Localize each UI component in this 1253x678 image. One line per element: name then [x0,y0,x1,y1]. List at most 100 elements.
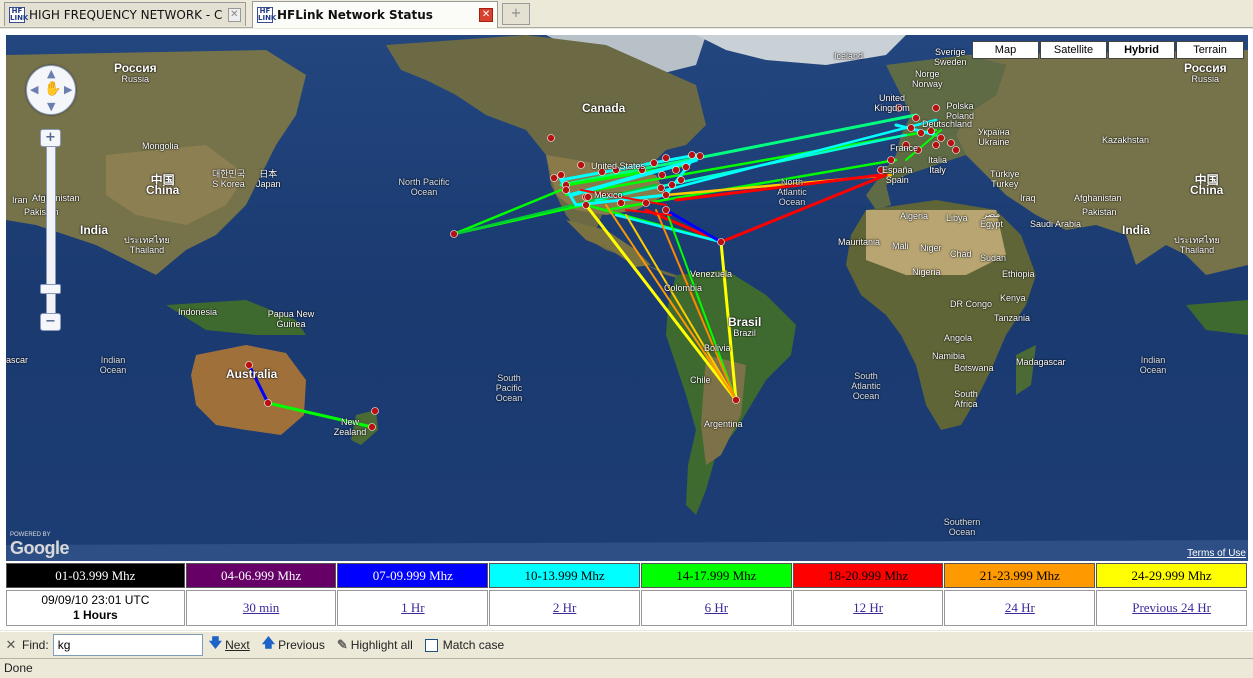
find-input[interactable] [52,634,203,656]
map-type-map-button[interactable]: Map [972,41,1039,59]
map-label: Kazakhstan [1102,135,1150,145]
hflink-favicon-icon: HF LINK [9,6,29,23]
map-label: Україна Ukraine [978,127,1010,147]
network-map[interactable]: Россия Russia Mongolia 中国 China 대한민국 S Kore… [6,35,1248,561]
map-label: Türkiye Turkey [990,169,1020,189]
close-tab-icon[interactable]: ✕ [227,7,241,22]
pan-right-icon[interactable]: ▶ [64,83,72,96]
period-24hr-link[interactable]: 24 Hr [1005,600,1035,615]
map-label: South Pacific Ocean [495,373,523,403]
map-label: ประเทศไทย Thailand [1174,235,1220,255]
map-label: Россия Russia [1184,61,1227,84]
map-label: Saudi Arabia [1030,219,1082,229]
pan-control[interactable]: ▲ ▼ ◀ ▶ ✋ [26,65,76,115]
pan-down-icon[interactable]: ▼ [47,100,55,113]
map-label: Mauritania [838,237,881,247]
pan-left-icon[interactable]: ◀ [30,83,38,96]
map-type-terrain-button[interactable]: Terrain [1176,41,1244,59]
highlight-all-label: Highlight all [350,638,413,652]
close-find-bar-icon[interactable]: ✕ [0,637,22,653]
map-label: Algeria [900,211,929,221]
map-label: Pakistan [1082,207,1117,217]
period-30min-link[interactable]: 30 min [243,600,279,615]
map-label: 中国 China [1190,173,1224,197]
period-2hr: 2 Hr [489,590,640,626]
map-label: South Atlantic Ocean [851,371,881,401]
map-label: Bolivia [704,343,731,353]
band-14-17: 14-17.999 Mhz [640,563,792,588]
tab-bar: HF LINK HIGH FREQUENCY NETWORK - C... ✕ H… [0,0,1253,28]
map-type-satellite-button[interactable]: Satellite [1040,41,1107,59]
period-30min: 30 min [185,590,337,626]
band-21-23: 21-23.999 Mhz [944,563,1096,588]
close-tab-icon[interactable]: ✕ [479,8,493,22]
map-label: United States [591,161,646,171]
find-next-label: Next [225,638,250,652]
map-label: United Kingdom [874,93,910,113]
band-row: 01-03.999 Mhz 04-06.999 Mhz 07-09.999 Mh… [6,563,1248,588]
map-label: 中国 China [146,173,180,197]
band-24-29: 24-29.999 Mhz [1096,563,1247,588]
google-logo[interactable]: POWERED BY Google [10,532,70,559]
status-bar: Done [0,658,1253,678]
highlight-all-button[interactable]: ✎ Highlight all [337,637,413,653]
period-6hr-link[interactable]: 6 Hr [705,600,728,615]
map-label: Indian Ocean [1139,355,1167,375]
period-2hr-link[interactable]: 2 Hr [553,600,576,615]
page-content: Россия Russia Mongolia 中国 China 대한민국 S Kore… [0,29,1253,630]
map-label: Mexico [594,190,623,200]
pan-up-icon[interactable]: ▲ [47,67,55,80]
map-type-hybrid-button[interactable]: Hybrid [1108,41,1175,59]
map-label: ascar [6,355,29,365]
find-previous-label: Previous [278,638,325,652]
map-label: Australia [226,367,278,381]
band-10-13: 10-13.999 Mhz [489,563,640,588]
map-label: Italia Italy [928,155,948,175]
find-bar: ✕ Find: 🡇Next 🡅Previous ✎Highlight all M… [0,631,1253,658]
map-label: Brasil Brazil [728,315,762,338]
map-label: Polska Poland [946,101,975,121]
map-label: Southern Ocean [943,517,981,537]
map-label: Kenya [1000,293,1026,303]
map-label: Sudan [980,253,1007,263]
find-next-button[interactable]: 🡇 Next [209,634,250,656]
period-1hr: 1 Hr [337,590,489,626]
google-wordmark: Google [10,538,70,558]
map-label: Iran [12,195,28,205]
map-label: Chile [690,375,711,385]
map-label: South Africa [954,389,978,409]
period-6hr: 6 Hr [640,590,792,626]
frequency-legend: 01-03.999 Mhz 04-06.999 Mhz 07-09.999 Mh… [6,563,1248,626]
duration-text: 1 Hours [73,608,118,622]
tab-high-frequency-network[interactable]: HF LINK HIGH FREQUENCY NETWORK - C... ✕ [4,2,246,26]
checkbox-icon [424,638,438,652]
period-12hr-link[interactable]: 12 Hr [853,600,883,615]
period-24hr: 24 Hr [944,590,1096,626]
map-label: Tanzania [994,313,1031,323]
new-tab-button[interactable]: + [502,3,530,25]
map-label: España Spain [882,165,913,185]
map-label: 日本 Japan [256,169,281,189]
match-case-checkbox[interactable]: Match case [424,638,504,652]
map-label: Namibia [932,351,966,361]
map-label: Sverige Sweden [934,47,967,67]
find-label: Find: [22,638,49,652]
hflink-favicon-icon: HF LINK [257,7,277,23]
tab-hflink-network-status[interactable]: HF LINK HFLink Network Status ✕ [252,1,498,28]
period-previous-24hr-link[interactable]: Previous 24 Hr [1132,600,1211,615]
zoom-out-button[interactable]: − [40,313,61,331]
timestamp-text: 09/09/10 23:01 UTC [41,593,150,607]
map-label: Chad [950,249,972,259]
zoom-slider-track[interactable] [46,136,56,331]
arrow-down-icon: 🡇 [208,635,223,650]
terms-of-use-link[interactable]: Terms of Use [1187,548,1246,559]
period-1hr-link[interactable]: 1 Hr [401,600,424,615]
zoom-slider-thumb[interactable] [40,284,61,294]
map-background [6,35,1248,561]
find-previous-button[interactable]: 🡅 Previous [262,634,325,656]
zoom-in-button[interactable]: + [40,129,61,147]
map-label: Niger [920,243,942,253]
map-label: Indian Ocean [99,355,127,375]
period-previous-24hr: Previous 24 Hr [1096,590,1247,626]
map-label: Afghanistan [1074,193,1122,203]
